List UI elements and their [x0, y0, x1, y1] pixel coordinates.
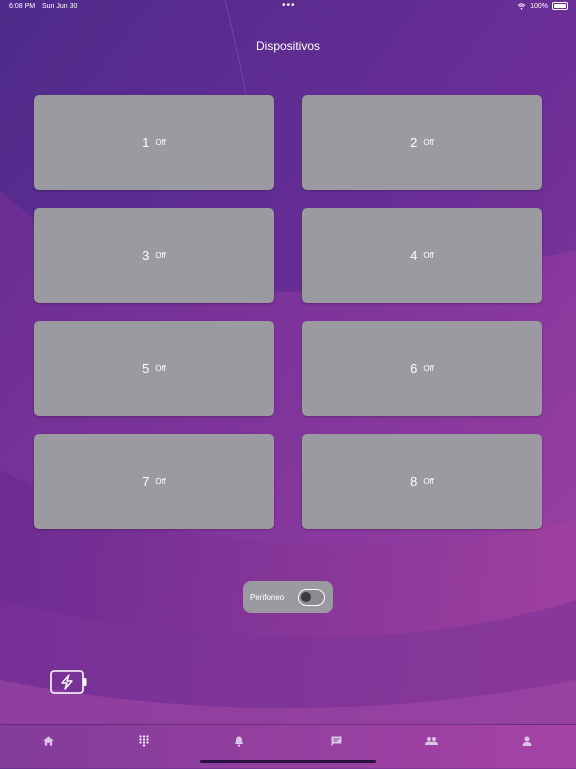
- device-number: 1: [142, 135, 150, 150]
- device-state: Off: [155, 364, 166, 373]
- device-number: 7: [142, 474, 150, 489]
- bell-icon[interactable]: [229, 733, 249, 749]
- battery-percent: 100%: [530, 2, 548, 10]
- perifoneo-label: Perifoneo: [250, 592, 285, 602]
- wifi-icon: [517, 2, 526, 10]
- person-icon[interactable]: [517, 733, 537, 749]
- device-state: Off: [155, 477, 166, 486]
- page-title: Dispositivos: [255, 39, 321, 53]
- device-tile-8[interactable]: 8 Off: [302, 434, 542, 529]
- device-tile-1[interactable]: 1 Off: [34, 95, 274, 190]
- chat-icon[interactable]: [326, 733, 346, 749]
- device-number: 6: [410, 361, 418, 376]
- home-indicator: [200, 760, 376, 763]
- device-state: Off: [423, 251, 434, 260]
- device-state: Off: [423, 477, 434, 486]
- perifoneo-switch[interactable]: [298, 588, 325, 606]
- devices-grid: 1 Off 2 Off 3 Off 4 Off 5 Off 6 Off 7 Of…: [34, 95, 542, 529]
- status-right-group: 100%: [517, 2, 568, 10]
- device-number: 3: [142, 248, 150, 263]
- device-state: Off: [423, 138, 434, 147]
- group-icon[interactable]: [421, 733, 441, 749]
- multitasking-dots[interactable]: •••: [282, 0, 296, 11]
- device-state: Off: [155, 138, 166, 147]
- device-number: 2: [410, 135, 418, 150]
- status-bar: 6:08 PM Sun Jun 30 ••• 100%: [0, 0, 576, 14]
- device-state: Off: [423, 364, 434, 373]
- switch-knob: [301, 591, 311, 602]
- device-tile-6[interactable]: 6 Off: [302, 321, 542, 416]
- device-number: 4: [410, 248, 418, 263]
- status-date: Sun Jun 30: [42, 3, 78, 10]
- perifoneo-toggle-card[interactable]: Perifoneo: [243, 581, 333, 613]
- battery-bolt-icon[interactable]: [50, 670, 88, 694]
- device-number: 8: [410, 474, 418, 489]
- home-icon[interactable]: [38, 733, 58, 749]
- battery-icon: [552, 2, 568, 10]
- device-tile-3[interactable]: 3 Off: [34, 208, 274, 303]
- device-tile-4[interactable]: 4 Off: [302, 208, 542, 303]
- device-state: Off: [155, 251, 166, 260]
- status-time: 6:08 PM: [9, 3, 36, 10]
- device-tile-2[interactable]: 2 Off: [302, 95, 542, 190]
- device-tile-7[interactable]: 7 Off: [34, 434, 274, 529]
- device-number: 5: [142, 361, 150, 376]
- device-tile-5[interactable]: 5 Off: [34, 321, 274, 416]
- keypad-icon[interactable]: [134, 733, 154, 749]
